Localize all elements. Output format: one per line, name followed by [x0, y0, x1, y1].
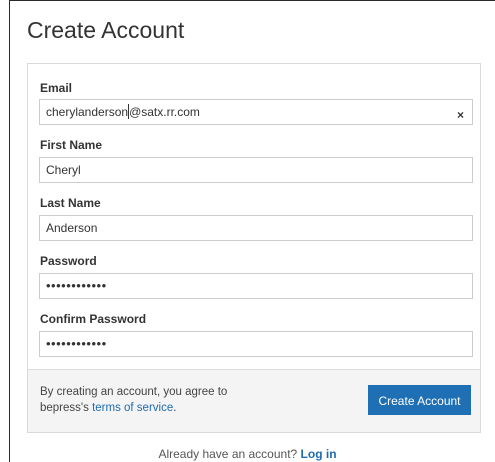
log-in-link[interactable]: Log in: [301, 447, 337, 461]
last-name-label: Last Name: [40, 196, 101, 210]
first-name-field[interactable]: Cheryl: [39, 157, 473, 183]
confirm-password-field[interactable]: ••••••••••••: [39, 331, 473, 357]
last-name-field[interactable]: Anderson: [39, 215, 473, 241]
terms-suffix: .: [173, 402, 177, 414]
create-account-form: Email cherylanderson@satx.rr.com × First…: [27, 63, 481, 433]
form-footer: By creating an account, you agree to bep…: [28, 369, 480, 432]
create-account-button[interactable]: Create Account: [368, 385, 471, 415]
login-prompt-text: Already have an account?: [158, 447, 301, 461]
email-value-end: @satx.rr.com: [129, 105, 200, 119]
confirm-password-label: Confirm Password: [40, 312, 147, 326]
email-value-start: cherylanderson: [46, 105, 129, 119]
email-field[interactable]: cherylanderson@satx.rr.com ×: [39, 99, 473, 125]
terms-of-service-link[interactable]: terms of service: [92, 402, 173, 414]
terms-notice: By creating an account, you agree to bep…: [40, 384, 260, 416]
close-icon[interactable]: ×: [457, 103, 464, 124]
password-field[interactable]: ••••••••••••: [39, 273, 473, 299]
page-title: Create Account: [27, 17, 185, 43]
email-label: Email: [40, 81, 73, 95]
first-name-label: First Name: [40, 138, 103, 152]
password-label: Password: [40, 254, 97, 268]
login-prompt: Already have an account? Log in: [0, 447, 495, 461]
